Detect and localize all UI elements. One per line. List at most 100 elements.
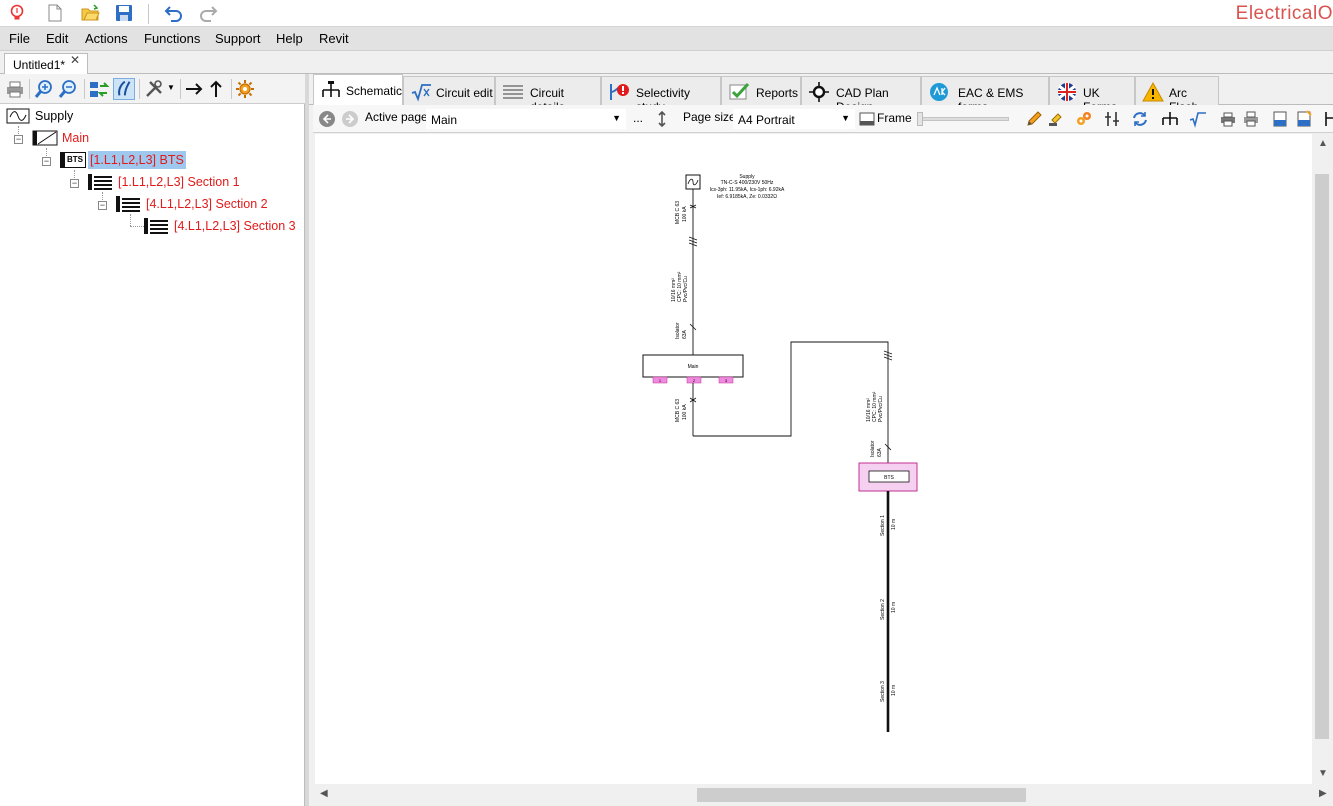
print-preview-icon[interactable]	[1242, 110, 1260, 128]
tab-arc-flash[interactable]: Arc Flash	[1135, 76, 1219, 114]
scroll-up-icon[interactable]: ▲	[1318, 138, 1328, 149]
back-circle-icon[interactable]	[318, 110, 336, 128]
pencil-icon[interactable]	[1025, 110, 1043, 128]
printer-icon[interactable]	[1219, 110, 1237, 128]
tree-node-section-2[interactable]: [4.L1,L2,L3] Section 2	[116, 194, 276, 214]
section-3-label: Section 3	[880, 681, 886, 702]
sqrt-formula-icon[interactable]	[1189, 110, 1207, 128]
tab-label: Reports	[756, 86, 799, 100]
menu-edit[interactable]: Edit	[46, 31, 68, 46]
vertical-scrollbar[interactable]: ▲ ▼	[1312, 134, 1333, 784]
tab-selectivity-study[interactable]: Selectivity study	[601, 76, 721, 114]
tree-label-section-3: [4.L1,L2,L3] Section 3	[174, 219, 296, 233]
tab-cad-plan-design[interactable]: CAD Plan Design	[801, 76, 921, 114]
active-page-value: Main	[431, 113, 458, 127]
warning-triangle-icon	[1142, 82, 1164, 102]
tab-schematic[interactable]: Schematic	[313, 74, 403, 105]
align-icon[interactable]	[1103, 110, 1121, 128]
new-file-icon[interactable]	[45, 3, 65, 23]
sqrt-formula-icon	[411, 84, 431, 102]
export-image-icon[interactable]	[1295, 110, 1313, 128]
arrow-up-icon[interactable]	[205, 78, 227, 100]
bts-icon: BTS	[60, 152, 86, 168]
cable-symbol	[883, 350, 893, 361]
printer-tree-icon[interactable]	[4, 78, 26, 100]
section-1-label: Section 1	[880, 515, 886, 536]
panel-splitter[interactable]	[305, 74, 309, 806]
tree-expander[interactable]: −	[14, 135, 23, 144]
page-size-select[interactable]: A4 Portrait ▼	[733, 109, 855, 129]
busbar-section-icon	[88, 174, 112, 190]
cable-symbol	[688, 236, 698, 247]
zoom-in-icon[interactable]	[33, 78, 55, 100]
lightbulb-icon[interactable]	[7, 3, 27, 23]
horizontal-scrollbar[interactable]: ◀ ▶	[315, 784, 1333, 806]
settings-gear-icon[interactable]	[234, 78, 256, 100]
tab-uk-forms[interactable]: UK Forms	[1049, 76, 1135, 114]
tree-node-supply[interactable]: Supply	[6, 106, 96, 126]
scroll-right-icon[interactable]: ▶	[1319, 788, 1327, 799]
checkmark-report-icon	[729, 82, 750, 100]
active-page-select[interactable]: Main ▼	[426, 109, 626, 129]
bts-label: BTS	[884, 475, 894, 481]
vertical-resize-icon[interactable]	[653, 110, 671, 128]
tree-node-main[interactable]: Main	[32, 128, 122, 148]
open-folder-icon[interactable]	[80, 3, 100, 23]
components-icon[interactable]	[1075, 110, 1093, 128]
close-icon[interactable]: ✕	[70, 53, 80, 67]
menu-actions[interactable]: Actions	[85, 31, 128, 46]
tab-eac-ems-forms[interactable]: EAC & EMS forms	[921, 76, 1049, 114]
menu-functions[interactable]: Functions	[144, 31, 200, 46]
chevron-down-icon[interactable]: ▼	[167, 83, 175, 92]
mcb-1-rating: 100 kA	[682, 206, 688, 222]
more-tools-icon[interactable]	[1321, 110, 1333, 128]
schematic-canvas[interactable]: Supply TN-C-S 400/230V 50Hz Ics-3ph: 11.…	[315, 134, 1312, 784]
tree-expander[interactable]: −	[42, 157, 51, 166]
scroll-down-icon[interactable]: ▼	[1318, 768, 1328, 779]
vertical-scroll-thumb[interactable]	[1315, 174, 1329, 739]
supply-source-icon	[6, 108, 30, 124]
page-options-button[interactable]: ...	[633, 111, 643, 125]
cable-tool-icon[interactable]	[113, 78, 135, 100]
tab-circuit-edit[interactable]: Circuit edit	[403, 76, 495, 105]
toolbar-separator	[29, 79, 30, 99]
scroll-left-icon[interactable]: ◀	[320, 788, 328, 799]
zoom-slider[interactable]	[917, 112, 1009, 126]
frame-icon[interactable]	[858, 110, 876, 128]
export-pdf-icon[interactable]	[1271, 110, 1289, 128]
undo-icon[interactable]	[164, 3, 184, 23]
tree-node-bts[interactable]: BTS [1.L1,L2,L3] BTS	[60, 150, 190, 170]
save-icon[interactable]	[114, 3, 134, 23]
menu-file[interactable]: File	[9, 31, 30, 46]
tab-circuit-details[interactable]: Circuit details	[495, 76, 601, 114]
forward-circle-icon[interactable]	[341, 110, 359, 128]
chevron-down-icon: ▼	[612, 113, 621, 123]
horizontal-scroll-thumb[interactable]	[697, 788, 1026, 802]
bts-icon-text: BTS	[67, 155, 83, 164]
arrow-right-icon[interactable]	[183, 78, 205, 100]
highlighter-icon[interactable]	[1047, 110, 1065, 128]
tree-label-main: Main	[62, 131, 90, 145]
tree-expander[interactable]: −	[98, 201, 107, 210]
menu-revit[interactable]: Revit	[319, 31, 349, 46]
menu-help[interactable]: Help	[276, 31, 303, 46]
page-toolbar: Active page Main ▼ ... Page size A4 Portr…	[313, 105, 1333, 133]
menu-support[interactable]: Support	[215, 31, 261, 46]
zoom-slider-handle[interactable]	[917, 112, 923, 126]
supply-line-1: TN-C-S 400/230V 50Hz	[721, 180, 774, 186]
isolator-2-rating: 63A	[877, 447, 883, 457]
zoom-out-icon[interactable]	[57, 78, 79, 100]
list-lines-icon	[503, 85, 523, 99]
hierarchy-icon[interactable]	[1161, 110, 1179, 128]
redo-icon[interactable]	[198, 3, 218, 23]
tree-expander[interactable]: −	[70, 179, 79, 188]
tree-node-section-3[interactable]: [4.L1,L2,L3] Section 3	[144, 216, 304, 236]
network-swap-icon[interactable]	[88, 78, 110, 100]
tab-reports[interactable]: Reports	[721, 76, 801, 105]
main-board-icon	[32, 130, 58, 146]
tree-node-section-1[interactable]: [1.L1,L2,L3] Section 1	[88, 172, 248, 192]
refresh-icon[interactable]	[1131, 110, 1149, 128]
tools-icon[interactable]	[143, 78, 165, 100]
eac-badge-icon	[930, 83, 948, 101]
view-tabs: Schematic Circuit edit Circuit details S…	[309, 74, 1333, 114]
